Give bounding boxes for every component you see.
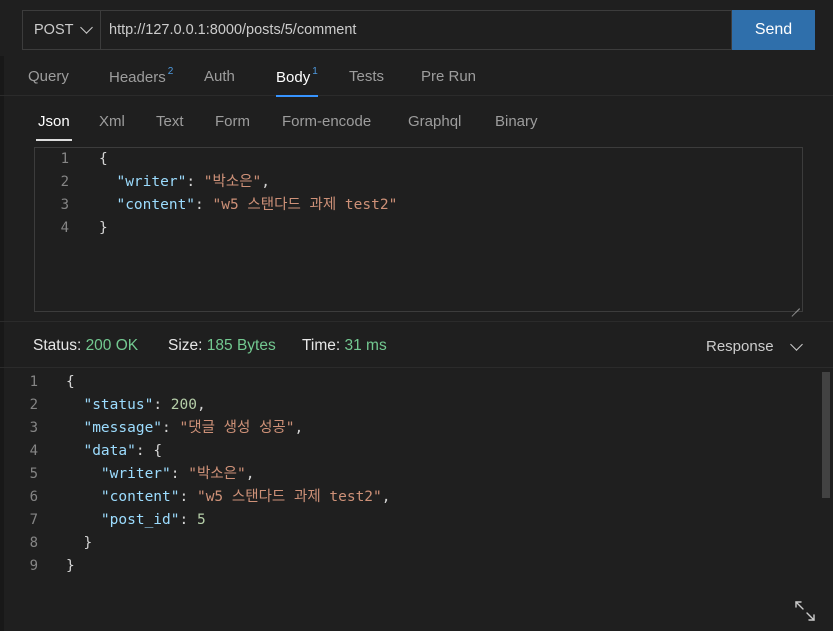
json-key: "writer" bbox=[116, 174, 187, 190]
method-select[interactable]: POST bbox=[22, 10, 100, 50]
code-line: "post_id": 5 bbox=[100, 512, 206, 528]
body-type-form[interactable]: Form bbox=[215, 113, 250, 130]
json-key: "writer" bbox=[100, 466, 171, 482]
time-label: Time: bbox=[302, 337, 341, 354]
body-type-form-encode[interactable]: Form-encode bbox=[282, 113, 371, 130]
line-number: 4 bbox=[29, 443, 38, 459]
expand-icon[interactable] bbox=[794, 600, 816, 622]
line-number: 1 bbox=[29, 374, 38, 390]
response-view-select[interactable]: Response bbox=[706, 337, 803, 355]
body-type-graphql[interactable]: Graphql bbox=[408, 113, 461, 130]
line-number: 5 bbox=[29, 466, 38, 482]
body-type-xml[interactable]: Xml bbox=[99, 113, 125, 130]
response-scrollbar[interactable] bbox=[822, 372, 830, 498]
code-line: } bbox=[66, 535, 93, 551]
line-number: 1 bbox=[60, 151, 69, 167]
tab-badge: 1 bbox=[312, 66, 318, 77]
status-info: Status: 200 OK bbox=[33, 337, 138, 355]
code-line: "content": "w5 스탠다드 과제 test2" bbox=[116, 197, 398, 213]
code-line: "writer": "박소은", bbox=[100, 466, 255, 482]
size-info: Size: 185 Bytes bbox=[168, 337, 276, 355]
body-type-binary[interactable]: Binary bbox=[495, 113, 538, 130]
response-body-viewer: 1 2 3 4 5 6 7 8 9 { "status": 200, "mess… bbox=[0, 370, 833, 631]
tab-auth[interactable]: Auth bbox=[204, 68, 235, 85]
tab-label: Headers bbox=[109, 69, 166, 86]
chevron-down-icon bbox=[80, 21, 94, 34]
method-label: POST bbox=[34, 22, 74, 38]
tab-pre-run[interactable]: Pre Run bbox=[421, 68, 476, 85]
json-string: "w5 스탠다드 과제 test2" bbox=[196, 489, 382, 505]
line-number: 8 bbox=[29, 535, 38, 551]
send-button[interactable]: Send bbox=[732, 10, 815, 50]
tab-label: Query bbox=[28, 68, 69, 85]
line-number: 2 bbox=[60, 174, 69, 190]
code-line: } bbox=[99, 220, 108, 236]
body-type-json[interactable]: Json bbox=[36, 113, 72, 141]
resize-grip-icon[interactable] bbox=[791, 300, 800, 309]
json-key: "content" bbox=[116, 197, 196, 213]
json-string: "w5 스탠다드 과제 test2" bbox=[212, 197, 398, 213]
code-line: "status": 200, bbox=[83, 397, 206, 413]
tab-label: Pre Run bbox=[421, 68, 477, 85]
tab-label: Tests bbox=[349, 68, 385, 85]
json-number: 5 bbox=[196, 512, 206, 528]
url-input[interactable]: http://127.0.0.1:8000/posts/5/comment bbox=[100, 10, 732, 50]
line-number: 4 bbox=[60, 220, 69, 236]
line-number: 9 bbox=[29, 558, 38, 574]
tab-tests[interactable]: Tests bbox=[349, 68, 384, 85]
json-string: "박소은" bbox=[203, 174, 262, 190]
code-line: "data": { bbox=[83, 443, 163, 459]
code-line: "message": "댓글 생성 성공", bbox=[83, 420, 304, 436]
tab-body[interactable]: Body 1 bbox=[276, 66, 318, 97]
json-key: "status" bbox=[83, 397, 154, 413]
chevron-down-icon bbox=[789, 337, 803, 351]
response-status-bar: Status: 200 OK Size: 185 Bytes Time: 31 … bbox=[0, 322, 833, 368]
body-type-text[interactable]: Text bbox=[156, 113, 184, 130]
code-line: { bbox=[99, 151, 108, 167]
request-tabs: Query Headers 2 Auth Body 1 Tests Pre Run bbox=[0, 62, 833, 97]
request-body-editor[interactable]: 1 2 3 4 { "writer": "박소은", "content": "w… bbox=[34, 147, 803, 312]
code-line: { bbox=[66, 374, 75, 390]
status-label: Status: bbox=[33, 337, 82, 354]
json-key: "message" bbox=[83, 420, 163, 436]
tab-badge: 2 bbox=[167, 66, 174, 77]
json-string: "박소은" bbox=[188, 466, 246, 482]
time-value: 31 ms bbox=[344, 337, 387, 354]
json-key: "data" bbox=[83, 443, 136, 459]
json-key: "content" bbox=[100, 489, 180, 505]
tab-label: Body bbox=[276, 69, 311, 86]
time-info: Time: 31 ms bbox=[302, 337, 387, 355]
line-number: 3 bbox=[60, 197, 69, 213]
code-line: "content": "w5 스탠다드 과제 test2", bbox=[100, 489, 391, 505]
code-line: } bbox=[66, 558, 75, 574]
status-value: 200 OK bbox=[85, 337, 139, 354]
code-line: "writer": "박소은", bbox=[116, 174, 270, 190]
json-number: 200 bbox=[170, 397, 197, 413]
line-number: 6 bbox=[29, 489, 38, 505]
line-number: 7 bbox=[29, 512, 38, 528]
tab-query[interactable]: Query bbox=[28, 68, 69, 85]
tab-label: Auth bbox=[204, 68, 235, 85]
line-number: 2 bbox=[29, 397, 38, 413]
line-number: 3 bbox=[29, 420, 38, 436]
size-label: Size: bbox=[168, 337, 203, 354]
json-key: "post_id" bbox=[100, 512, 180, 528]
size-value: 185 Bytes bbox=[206, 337, 276, 354]
tab-headers[interactable]: Headers 2 bbox=[109, 66, 174, 86]
json-string: "댓글 생성 성공" bbox=[179, 420, 295, 436]
request-bar: POST http://127.0.0.1:8000/posts/5/comme… bbox=[0, 0, 833, 56]
response-view-label: Response bbox=[706, 338, 774, 355]
body-type-tabs: Json Xml Text Form Form-encode Graphql B… bbox=[0, 108, 833, 141]
